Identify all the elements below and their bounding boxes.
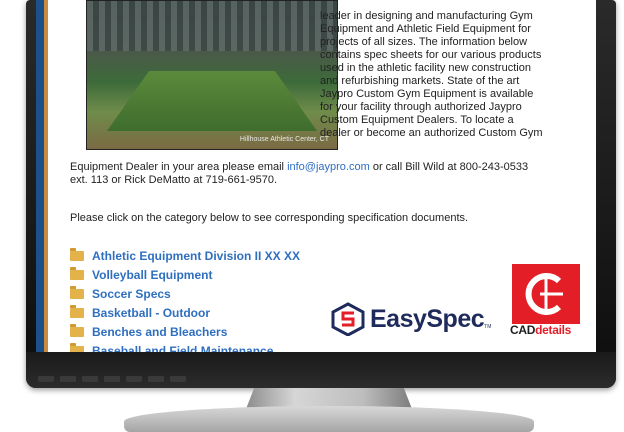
caddetails-logo-mark (512, 264, 580, 324)
category-item[interactable]: Athletic Equipment Division II XX XX (70, 246, 300, 265)
contact-paragraph: Equipment Dealer in your area please ema… (70, 161, 590, 187)
folder-icon (70, 323, 84, 337)
folder-icon (70, 247, 84, 261)
category-prompt: Please click on the category below to se… (70, 212, 469, 224)
category-item[interactable]: Volleyball Equipment (70, 265, 300, 284)
intro-line: contains spec sheets for our various pro… (320, 49, 542, 61)
monitor-button[interactable] (104, 376, 120, 382)
sidebar-stripe (36, 0, 48, 352)
category-item[interactable]: Soccer Specs (70, 284, 300, 303)
intro-line: Custom Equipment Dealers. To locate a (320, 114, 514, 126)
intro-line: used in the athletic facility new constr… (320, 62, 531, 74)
monitor-bottom-bezel (26, 352, 616, 388)
folder-icon (70, 304, 84, 318)
photo-field (107, 71, 317, 131)
monitor-stand-base (124, 406, 534, 432)
power-button[interactable] (170, 376, 186, 382)
easyspec-tm: TM (484, 324, 492, 330)
monitor-button[interactable] (60, 376, 76, 382)
intro-line: Equipment and Athletic Field Equipment f… (320, 23, 531, 35)
facility-photo: Hillhouse Athletic Center, CT (86, 0, 338, 150)
category-link[interactable]: Benches and Bleachers (92, 325, 227, 339)
easyspec-wordmark: EasySpec (370, 304, 485, 333)
intro-line: Jaypro Custom Gym Equipment is available (320, 88, 534, 100)
monitor-button[interactable] (82, 376, 98, 382)
intro-line: projects of all sizes. The information b… (320, 36, 528, 48)
contact-line: ext. 113 or Rick DeMatto at 719-661-9570… (70, 174, 278, 186)
photo-roof (87, 1, 337, 51)
intro-line: leader in designing and manufacturing Gy… (320, 10, 533, 22)
category-item[interactable]: Basketball - Outdoor (70, 303, 300, 322)
monitor-buttons (38, 376, 186, 382)
category-link[interactable]: Athletic Equipment Division II XX XX (92, 249, 300, 263)
intro-line: for your facility through authorized Jay… (320, 101, 522, 113)
contact-text: Equipment Dealer in your area please ema… (70, 161, 288, 173)
monitor-button[interactable] (148, 376, 164, 382)
intro-line: dealer or become an authorized Custom Gy… (320, 127, 543, 139)
folder-icon (70, 285, 84, 299)
intro-paragraph: leader in designing and manufacturing Gy… (320, 10, 592, 140)
intro-line: and refurbishing markets. State of the a… (320, 75, 520, 87)
category-item[interactable]: Benches and Bleachers (70, 322, 300, 341)
caddetails-text-b: details (535, 323, 572, 337)
caddetails-text-a: CAD (510, 323, 536, 337)
monitor-button[interactable] (126, 376, 142, 382)
category-list: Athletic Equipment Division II XX XX Vol… (70, 246, 300, 352)
contact-text: or call Bill Wild at 800-243-0533 (369, 161, 529, 173)
category-item[interactable]: Baseball and Field Maintenance (70, 341, 300, 352)
caddetails-c-icon (525, 273, 563, 315)
easyspec-logo: EasySpec TM (330, 302, 491, 336)
contact-line: Equipment Dealer in your area please ema… (70, 161, 590, 174)
email-link[interactable]: info@jaypro.com (287, 161, 370, 173)
caddetails-wordmark: CADdetails (510, 323, 571, 337)
category-link[interactable]: Baseball and Field Maintenance (92, 344, 273, 353)
monitor-button[interactable] (38, 376, 54, 382)
folder-icon (70, 266, 84, 280)
easyspec-mark-icon (331, 302, 365, 336)
category-link[interactable]: Basketball - Outdoor (92, 306, 210, 320)
category-link[interactable]: Soccer Specs (92, 287, 171, 301)
photo-caption: Hillhouse Athletic Center, CT (239, 136, 329, 143)
category-link[interactable]: Volleyball Equipment (92, 268, 212, 282)
